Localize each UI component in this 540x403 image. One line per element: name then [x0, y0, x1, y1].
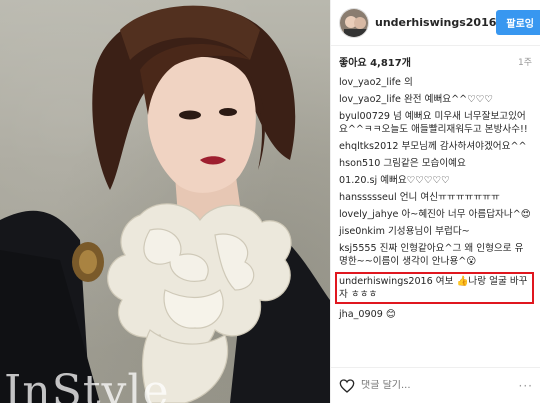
post-time[interactable]: 1주 [518, 55, 532, 68]
comment-text: 언니 여신ㅠㅠㅠㅠㅠㅠㅠ [399, 192, 500, 203]
comment-username[interactable]: 01.20.sj [339, 175, 377, 186]
comment-text: 예뻐요♡♡♡♡♡ [380, 175, 450, 186]
comment-text: 부모님께 감사하셔야겠어요^^ [401, 141, 527, 152]
magazine-logo: InStyle [4, 366, 170, 403]
comment-username[interactable]: ehqltks2012 [339, 141, 398, 152]
comment-username[interactable]: jha_0909 [339, 309, 383, 320]
comment-item: lovely_jahye 아~혜진아 너무 아름답자나^😍 [339, 208, 532, 221]
comment-text: 아~혜진아 너무 아름답자나^😍 [401, 209, 531, 220]
comment-item: lov_yao2_life 완전 예뻐요^^♡♡♡ [339, 93, 532, 106]
comment-item: byul00729 넘 예뻐요 미우새 너무잘보고있어요^^ㅋㅋ오늘도 애들빨리재… [339, 110, 532, 136]
comment-username[interactable]: hanssssseul [339, 192, 397, 203]
heart-icon[interactable] [339, 378, 355, 394]
comment-username[interactable]: lov_yao2_life [339, 77, 401, 88]
comment-input[interactable] [361, 380, 519, 391]
avatar[interactable] [339, 7, 369, 38]
comment-item: ksj5555 진짜 인형같아요^그 왜 인형으로 유명한~~이름이 생각이 안나… [339, 242, 532, 268]
comment-username[interactable]: lov_yao2_life [339, 94, 401, 105]
comment-username[interactable]: hson510 [339, 158, 380, 169]
comment-text: 😊 [385, 309, 396, 320]
comment-item: ehqltks2012 부모님께 감사하셔야겠어요^^ [339, 140, 532, 153]
comment-item: 01.20.sj 예뻐요♡♡♡♡♡ [339, 174, 532, 187]
comment-text: 그림같은 모습이예요 [383, 158, 466, 169]
comment-list: lov_yao2_life 의 lov_yao2_life 완전 예뻐요^^♡♡♡ … [331, 76, 540, 362]
comment-item: jha_0909 😊 [339, 308, 532, 321]
comment-username[interactable]: underhiswings2016 [339, 276, 433, 287]
comment-text: 의 [403, 77, 413, 88]
avatar-image-icon [340, 8, 368, 37]
comment-username[interactable]: byul00729 [339, 111, 390, 122]
likes-row: 좋아요 4,817개 1주 [331, 46, 540, 76]
comment-item: jise0nkim 기성용님이 부럽다~ [339, 225, 532, 238]
post-header: underhiswings2016 팔로잉 [331, 0, 540, 46]
post-photo: InStyle [0, 0, 330, 403]
comment-text: 완전 예뻐요^^♡♡♡ [403, 94, 494, 105]
following-button[interactable]: 팔로잉 [496, 10, 540, 35]
likes-count[interactable]: 좋아요 4,817개 [339, 54, 411, 69]
comment-username[interactable]: ksj5555 [339, 243, 377, 254]
header-username[interactable]: underhiswings2016 [375, 16, 496, 29]
comment-bar: ··· [331, 367, 540, 403]
comment-item: hson510 그림같은 모습이예요 [339, 157, 532, 170]
comment-username[interactable]: jise0nkim [339, 226, 385, 237]
woman-portrait-image [0, 5, 330, 403]
comment-username[interactable]: lovely_jahye [339, 209, 398, 220]
more-options-icon[interactable]: ··· [519, 379, 533, 393]
post-sidebar: underhiswings2016 팔로잉 좋아요 4,817개 1주 lov_… [330, 0, 540, 403]
comment-item: hanssssseul 언니 여신ㅠㅠㅠㅠㅠㅠㅠ [339, 191, 532, 204]
comment-item: lov_yao2_life 의 [339, 76, 532, 89]
comment-text: 기성용님이 부럽다~ [387, 226, 470, 237]
highlighted-comment-item: underhiswings2016 여보 👍나랑 얼굴 바꾸자 ㅎㅎㅎ [335, 272, 534, 304]
